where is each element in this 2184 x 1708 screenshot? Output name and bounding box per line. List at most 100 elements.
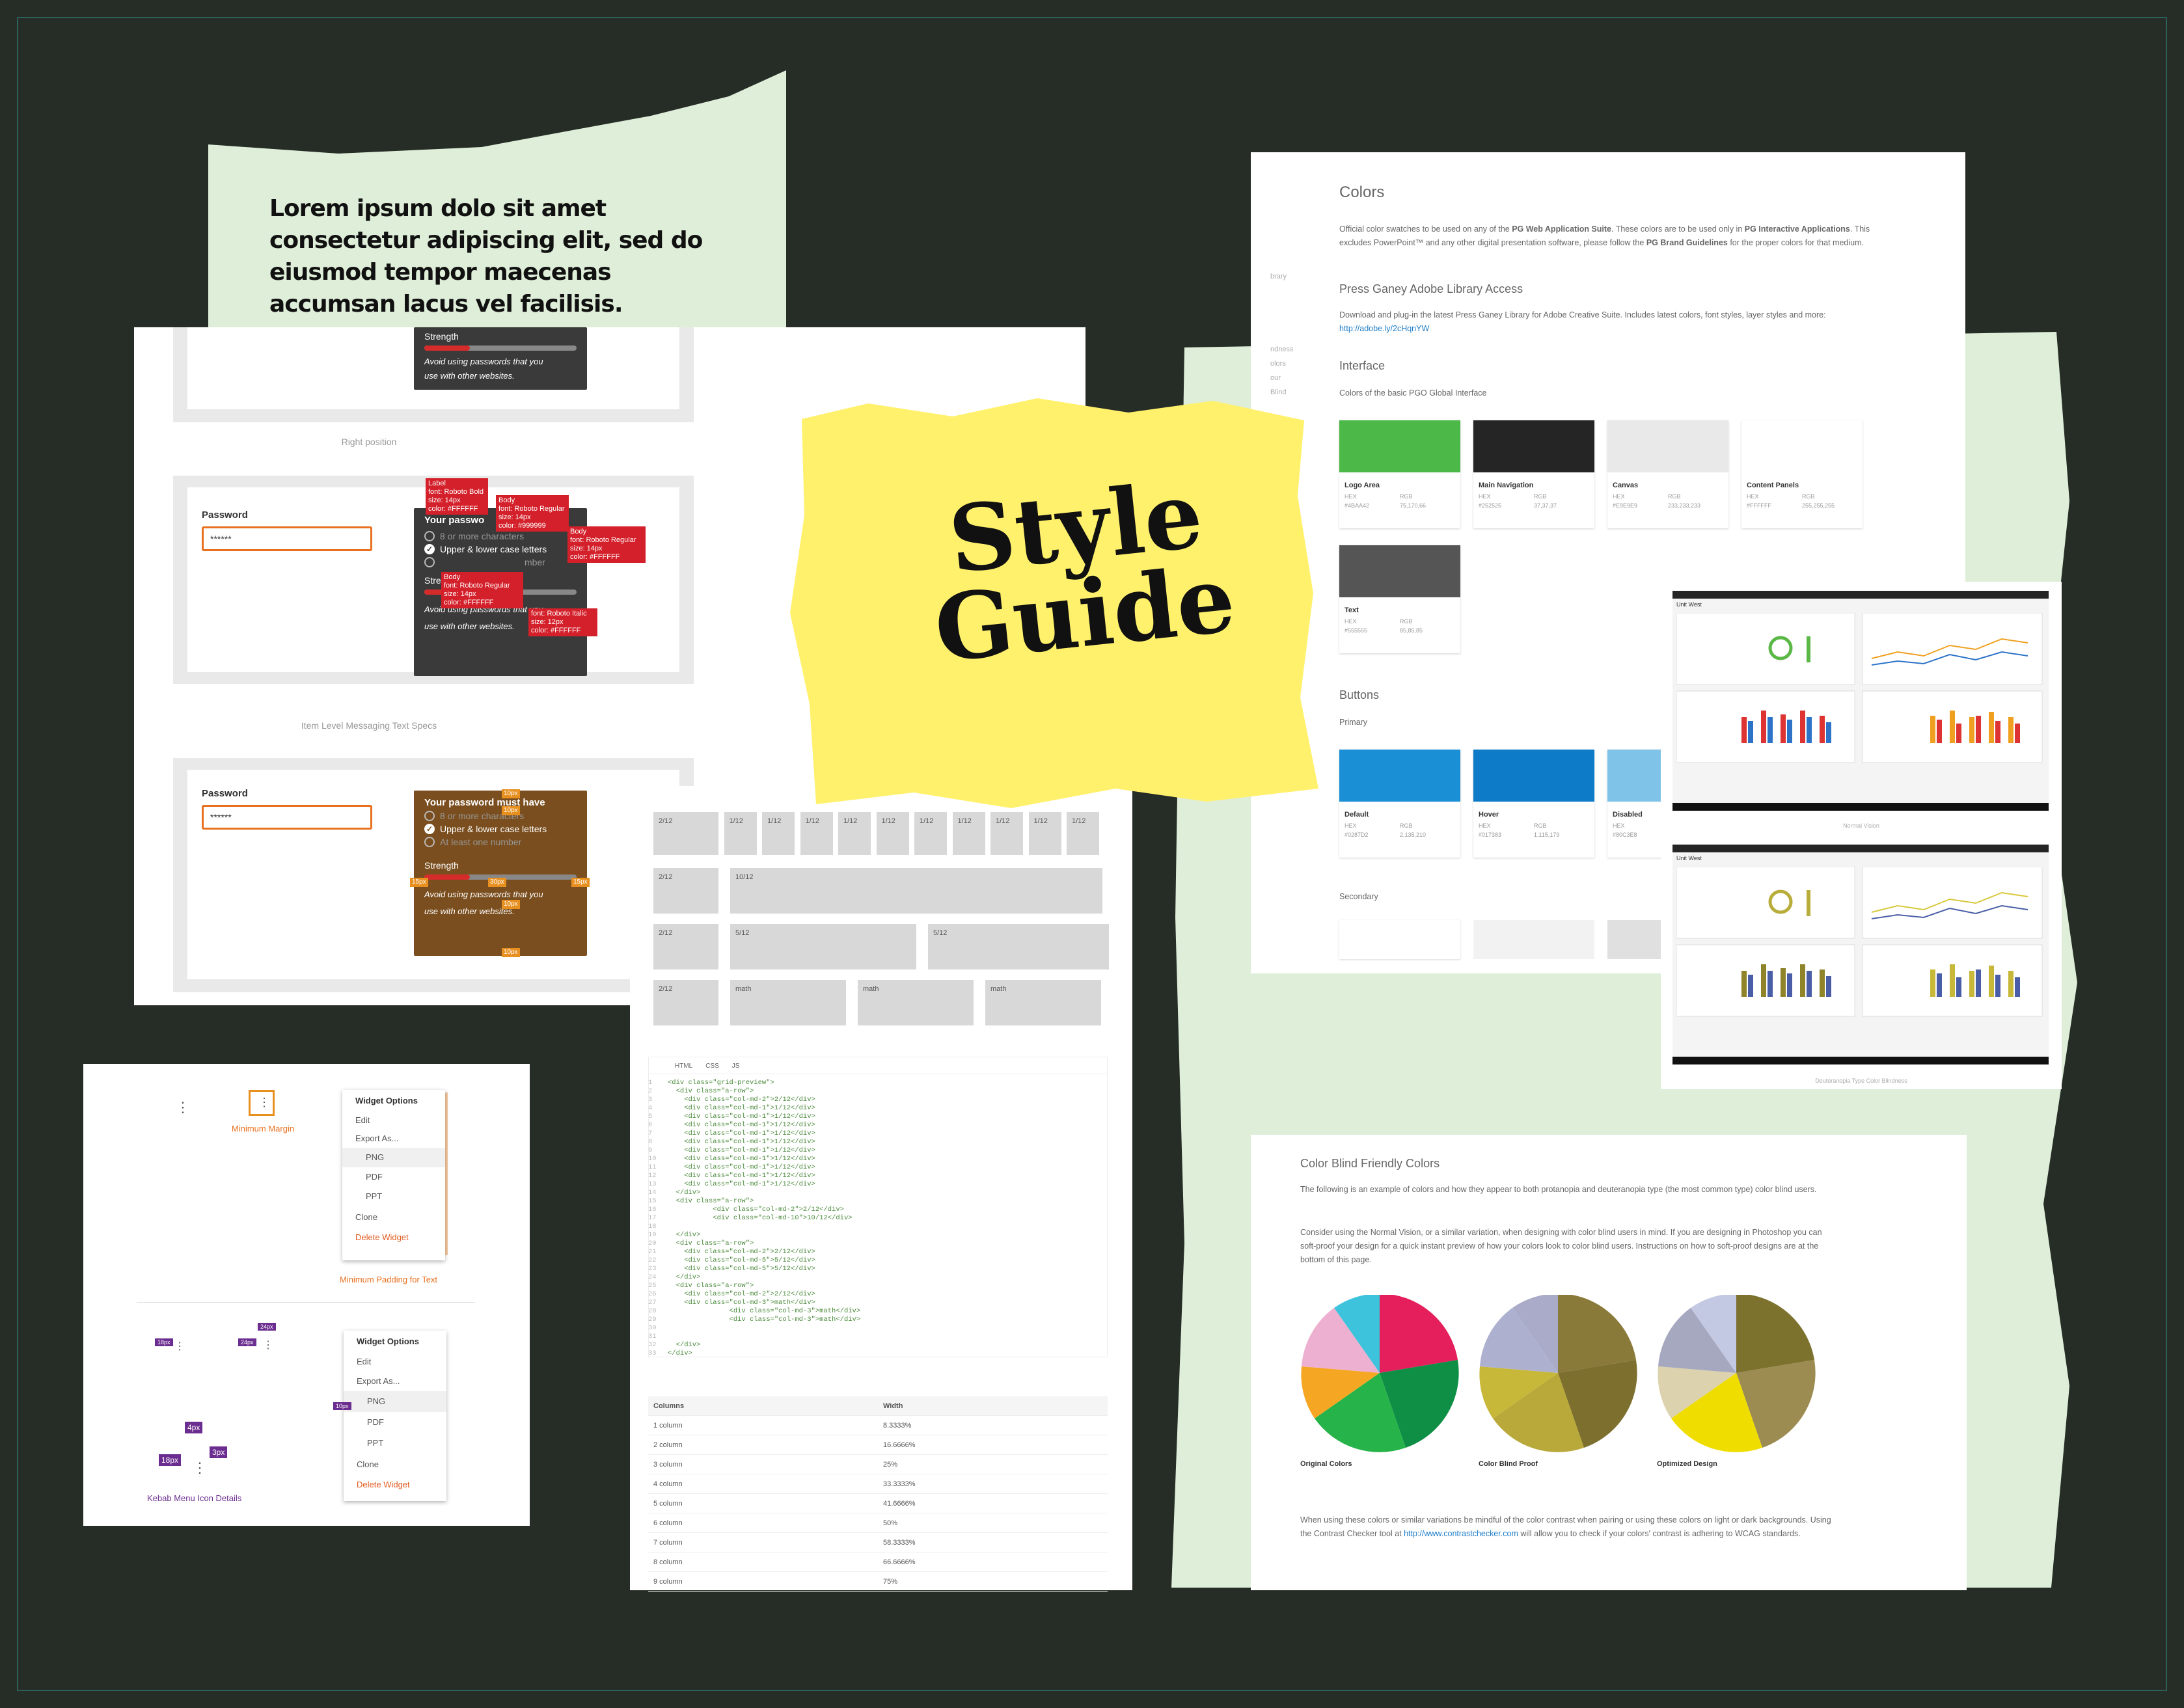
grid-cell: 5/12: [928, 924, 1109, 969]
caption-right: Right position: [341, 437, 397, 447]
color-swatch: Canvas HEX RGB #E9E9E9 233,233,233: [1607, 420, 1728, 528]
spec-body3: Body font: Roboto Regular size: 14px col…: [441, 572, 523, 608]
unchecked-circle-icon: [424, 531, 435, 541]
code-line: 29 <div class="col-md-3">math</div>: [648, 1316, 861, 1323]
colors-intro: Official color swatches to be used on an…: [1339, 224, 1870, 247]
tab-css[interactable]: CSS: [705, 1063, 719, 1074]
adobe-text: Download and plug-in the latest Press Ga…: [1339, 310, 1826, 333]
pie-label-original: Original Colors: [1300, 1460, 1352, 1468]
style-guide-title: Style Guide: [929, 461, 1240, 684]
code-line: 13 <div class="col-md-1">1/12</div>: [648, 1180, 815, 1188]
code-line: 26 <div class="col-md-2">2/12</div>: [648, 1290, 815, 1298]
grid-cell: 1/12: [762, 812, 795, 855]
menu-export[interactable]: Export As...: [342, 1130, 445, 1148]
table-row: 1 column 8.3333%: [648, 1416, 1108, 1435]
table-row: 5 column 41.6666%: [648, 1494, 1108, 1513]
password-input[interactable]: ******: [202, 526, 372, 551]
colors-title: Colors: [1339, 183, 1385, 201]
spec-italic: font: Roboto Italic size: 12px color: #F…: [528, 608, 597, 636]
grid-cell: 1/12: [838, 812, 871, 855]
secondary-label: Secondary: [1339, 892, 1378, 901]
kebab-details-label: Kebab Menu Icon Details: [147, 1493, 242, 1503]
code-line: 27 <div class="col-md-3">math</div>: [648, 1299, 815, 1307]
widget-options-menu: Widget Options Edit Export As... PNG PDF…: [342, 1090, 445, 1260]
deuteranopia-label: Deuteranopia Type Color Blindness: [1815, 1078, 1907, 1084]
grid-cell: 1/12: [724, 812, 757, 855]
margin-demo: ⋮: [249, 1090, 275, 1116]
unchecked-circle-icon: [424, 557, 435, 567]
code-line: 2 <div class="a-row">: [648, 1087, 754, 1095]
kebab-icon[interactable]: ⋮: [176, 1099, 190, 1116]
contrast-link[interactable]: http://www.contrastchecker.com: [1404, 1529, 1518, 1538]
pw-card-specs: Password ****** Your passwo 8 or more ch…: [173, 476, 694, 684]
code-line: 28 <div class="col-md-3">math</div>: [648, 1307, 861, 1315]
password-label: Password: [202, 509, 248, 521]
menu-clone[interactable]: Clone: [342, 1206, 445, 1228]
spec-body2: Body font: Roboto Regular size: 14px col…: [567, 526, 646, 563]
menu-delete[interactable]: Delete Widget: [342, 1228, 445, 1247]
grid-cell: math: [858, 980, 974, 1025]
grid-cell: math: [985, 980, 1101, 1025]
color-blind-doc: Color Blind Friendly Colors The followin…: [1251, 1135, 1967, 1590]
divider: [137, 1302, 475, 1303]
interface-title: Interface: [1339, 359, 1385, 372]
code-line: 4 <div class="col-md-1">1/12</div>: [648, 1104, 815, 1112]
tab-html[interactable]: HTML: [675, 1063, 692, 1074]
grid-cell: 10/12: [730, 868, 1102, 914]
password-input-2[interactable]: ******: [202, 805, 372, 830]
grid-cell: 1/12: [914, 812, 947, 855]
code-line: 15 <div class="a-row">: [648, 1197, 754, 1205]
code-line: 33 </div>: [648, 1349, 692, 1357]
code-line: 14 </div>: [648, 1189, 701, 1197]
check-circle-icon: ✓: [424, 544, 435, 554]
pie-label-proof: Color Blind Proof: [1479, 1460, 1538, 1468]
code-line: 8 <div class="col-md-1">1/12</div>: [648, 1138, 815, 1146]
code-line: 32 </div>: [648, 1341, 701, 1349]
spacing-chip: 10px: [502, 789, 520, 798]
code-line: 5 <div class="col-md-1">1/12</div>: [648, 1113, 815, 1120]
code-line: 21 <div class="col-md-2">2/12</div>: [648, 1248, 815, 1256]
menu-png[interactable]: PNG: [342, 1148, 445, 1167]
cb-p2: Consider using the Normal Vision, or a s…: [1300, 1228, 1822, 1264]
code-line: 9 <div class="col-md-1">1/12</div>: [648, 1146, 815, 1154]
normal-vision-label: Normal Vision: [1843, 822, 1879, 829]
menu-pdf[interactable]: PDF: [342, 1167, 445, 1187]
table-row: 4 column 33.3333%: [648, 1474, 1108, 1494]
buttons-title: Buttons: [1339, 688, 1380, 701]
code-line: 7 <div class="col-md-1">1/12</div>: [648, 1130, 815, 1137]
code-line: 3 <div class="col-md-2">2/12</div>: [648, 1096, 815, 1104]
grid-cell: 2/12: [653, 980, 718, 1025]
table-row: 8 column 66.6666%: [648, 1552, 1108, 1572]
grid-panel: 2/12 1/12 1/12 1/12 1/12 1/12 1/12 1/12 1/12 1/12…: [630, 786, 1132, 1592]
tab-js[interactable]: JS: [732, 1063, 740, 1074]
chip-3px: 3px: [210, 1446, 228, 1458]
table-row: 3 column 25%: [648, 1455, 1108, 1474]
dashboard-cards: [1676, 613, 2043, 763]
code-line: 12 <div class="col-md-1">1/12</div>: [648, 1172, 815, 1180]
code-line: 18: [648, 1223, 657, 1230]
grid-cell: 1/12: [952, 812, 985, 855]
min-padding-label: Minimum Padding for Text: [340, 1275, 438, 1284]
adobe-link[interactable]: http://adobe.ly/2cHqnYW: [1339, 324, 1429, 333]
table-row: 7 column 58.3333%: [648, 1533, 1108, 1552]
color-swatch: Main Navigation HEX RGB #252525 37,37,37: [1473, 420, 1594, 528]
code-line: 1 <div class="grid-preview">: [648, 1079, 774, 1087]
code-line: 30: [648, 1324, 657, 1332]
grid-cell: 2/12: [653, 812, 718, 855]
grid-cell: 5/12: [730, 924, 916, 969]
grid-cell: 1/12: [990, 812, 1023, 855]
columns-table: Columns Width 1 column 8.3333% 2 column 16.66…: [648, 1396, 1108, 1592]
adobe-title: Press Ganey Adobe Library Access: [1339, 282, 1523, 295]
cb-title: Color Blind Friendly Colors: [1300, 1157, 1440, 1170]
code-line: 16 <div class="col-md-2">2/12</div>: [648, 1206, 844, 1213]
spec-body1: Body font: Roboto Regular size: 14px col…: [496, 495, 569, 532]
widget-menu-panel: ⋮ ⋮ Minimum Margin Widget Options Edit E…: [83, 1064, 530, 1526]
pw-card-spacing: Password ****** Your password must have …: [173, 758, 694, 992]
code-lines: 1 <div class="grid-preview"> 2 <div class=…: [648, 1079, 1108, 1358]
min-margin-label: Minimum Margin: [232, 1124, 295, 1133]
menu-edit[interactable]: Edit: [342, 1111, 445, 1130]
menu-ppt[interactable]: PPT: [342, 1187, 445, 1206]
strength-bar: [424, 346, 577, 351]
code-line: 22 <div class="col-md-5">5/12</div>: [648, 1256, 815, 1264]
color-swatch: Text HEX RGB #555555 85,85,85: [1339, 545, 1460, 653]
